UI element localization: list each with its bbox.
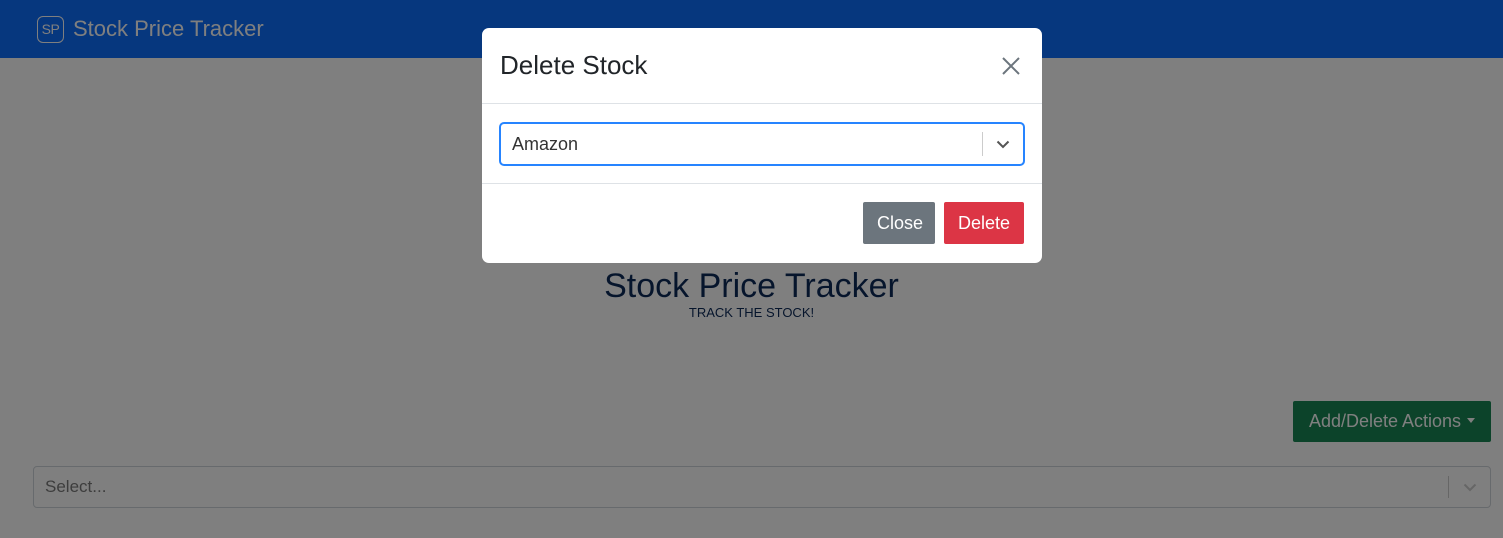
delete-stock-select-value: Amazon bbox=[512, 133, 579, 154]
delete-stock-modal: Delete Stock Amazon Close Delete bbox=[482, 28, 1042, 263]
modal-body: Amazon bbox=[482, 104, 1042, 184]
delete-stock-select[interactable]: Amazon bbox=[499, 122, 1025, 166]
close-icon[interactable] bbox=[996, 51, 1026, 81]
close-button[interactable]: Close bbox=[863, 202, 935, 244]
modal-footer: Close Delete bbox=[482, 184, 1042, 262]
modal-header: Delete Stock bbox=[482, 28, 1042, 104]
chevron-down-icon[interactable] bbox=[983, 140, 1023, 149]
delete-button[interactable]: Delete bbox=[944, 202, 1024, 244]
page: SP Stock Price Tracker Stock Price Track… bbox=[0, 0, 1503, 538]
modal-title: Delete Stock bbox=[500, 50, 648, 80]
